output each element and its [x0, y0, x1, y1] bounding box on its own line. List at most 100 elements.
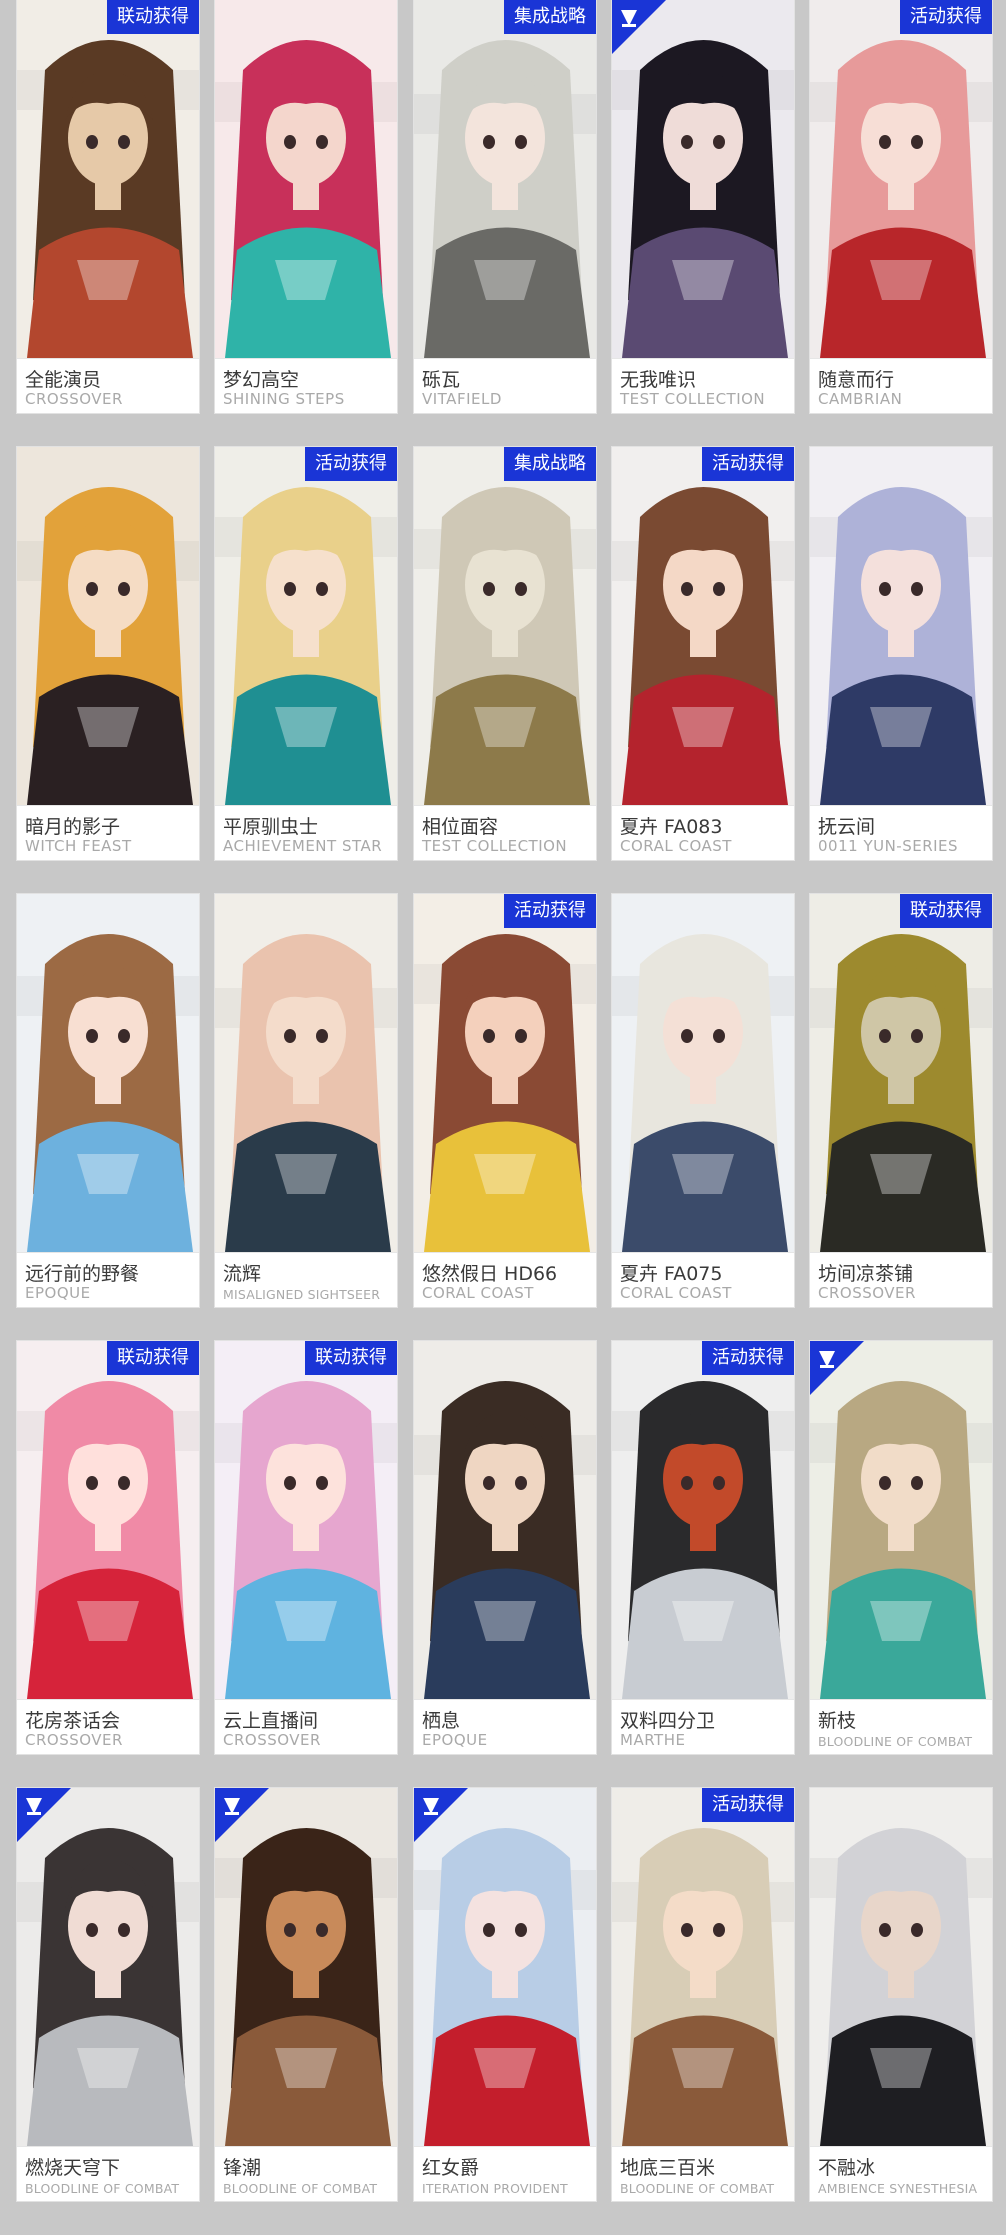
skin-card[interactable]: 活动获得随意而行 CAMBRIAN	[810, 0, 992, 413]
skin-caption: 新枝 BLOODLINE OF COMBAT	[810, 1699, 992, 1754]
skin-card[interactable]: 集成战略砾瓦 VITAFIELD	[414, 0, 596, 413]
acquisition-badge: 集成战略	[504, 447, 596, 481]
skin-series: CORAL COAST	[422, 1284, 534, 1302]
skin-card[interactable]: 活动获得平原驯虫士 ACHIEVEMENT STAR	[215, 447, 397, 860]
skin-card[interactable]: 栖息 EPOQUE	[414, 1341, 596, 1754]
skin-art	[215, 1341, 397, 1699]
skin-card[interactable]: 梦幻高空 SHINING STEPS	[215, 0, 397, 413]
rarity-corner-icon	[414, 1788, 468, 1842]
skin-card[interactable]: 活动获得 地底三百米 BLOODLINE OF COMBAT	[612, 1788, 794, 2201]
skin-caption: 地底三百米 BLOODLINE OF COMBAT	[612, 2146, 794, 2201]
skin-caption: 悠然假日 HD66 CORAL COAST	[414, 1252, 596, 1307]
rarity-corner-icon	[612, 0, 666, 54]
skin-series: BLOODLINE OF COMBAT	[620, 2181, 775, 2196]
skin-art	[810, 894, 992, 1252]
acquisition-badge: 集成战略	[504, 0, 596, 34]
skin-name: 不融冰	[818, 2157, 876, 2179]
skin-art	[17, 1341, 199, 1699]
rarity-corner-icon	[215, 1788, 269, 1842]
skin-art	[215, 0, 397, 358]
skin-art	[414, 894, 596, 1252]
skin-card[interactable]: 不融冰 AMBIENCE SYNESTHESIA	[810, 1788, 992, 2201]
skin-caption: 坊间凉茶铺 CROSSOVER	[810, 1252, 992, 1307]
skin-caption: 双料四分卫 MARTHE	[612, 1699, 794, 1754]
skin-caption: 红女爵 ITERATION PROVIDENT	[414, 2146, 596, 2201]
skin-caption: 无我唯识 TEST COLLECTION	[612, 358, 794, 413]
skin-series: BLOODLINE OF COMBAT	[818, 1734, 973, 1749]
skin-grid: 联动获得 全能演员 CROSSOVER 梦幻高空 SHINING STEPS 集成战略 砾瓦…	[0, 0, 1006, 2235]
skin-caption: 夏卉 FA083 CORAL COAST	[612, 805, 794, 860]
skin-card[interactable]: 联动获得 云上直播间 CROSSOVER	[215, 1341, 397, 1754]
skin-art	[612, 1341, 794, 1699]
skin-card[interactable]: 红女爵 ITERATION PROVIDENT	[414, 1788, 596, 2201]
skin-caption: 梦幻高空 SHINING STEPS	[215, 358, 397, 413]
skin-caption: 平原驯虫士 ACHIEVEMENT STAR	[215, 805, 397, 860]
skin-caption: 锋潮 BLOODLINE OF COMBAT	[215, 2146, 397, 2201]
acquisition-badge: 联动获得	[900, 894, 992, 928]
skin-name: 随意而行	[818, 369, 895, 391]
skin-series: SHINING STEPS	[223, 390, 345, 408]
skin-name: 锋潮	[223, 2157, 262, 2179]
skin-name: 红女爵	[422, 2157, 480, 2179]
skin-art	[810, 447, 992, 805]
skin-series: MARTHE	[620, 1731, 686, 1749]
skin-name: 悠然假日 HD66	[422, 1263, 558, 1285]
acquisition-badge: 活动获得	[900, 0, 992, 34]
skin-caption: 暗月的影子 WITCH FEAST	[17, 805, 199, 860]
acquisition-badge: 活动获得	[305, 447, 397, 481]
skin-art	[612, 894, 794, 1252]
skin-card[interactable]: 暗月的影子 WITCH FEAST	[17, 447, 199, 860]
skin-series: ITERATION PROVIDENT	[422, 2181, 568, 2196]
skin-card[interactable]: 联动获得坊间凉茶铺 CROSSOVER	[810, 894, 992, 1307]
skin-name: 梦幻高空	[223, 369, 300, 391]
skin-series: CROSSOVER	[818, 1284, 916, 1302]
skin-art	[810, 1788, 992, 2146]
skin-art	[414, 1341, 596, 1699]
skin-name: 流辉	[223, 1263, 262, 1285]
skin-series: BLOODLINE OF COMBAT	[25, 2181, 180, 2196]
skin-series: CROSSOVER	[223, 1731, 321, 1749]
skin-card[interactable]: 燃烧天穹下 BLOODLINE OF COMBAT	[17, 1788, 199, 2201]
skin-name: 夏卉 FA083	[620, 816, 723, 838]
skin-card[interactable]: 联动获得全能演员 CROSSOVER	[17, 0, 199, 413]
skin-card[interactable]: 流辉 MISALIGNED SIGHTSEER	[215, 894, 397, 1307]
skin-series: BLOODLINE OF COMBAT	[223, 2181, 378, 2196]
skin-series: ACHIEVEMENT STAR	[223, 837, 383, 855]
acquisition-badge: 活动获得	[702, 447, 794, 481]
skin-card[interactable]: 夏卉 FA075 CORAL COAST	[612, 894, 794, 1307]
skin-card[interactable]: 活动获得 双料四分卫 MARTHE	[612, 1341, 794, 1754]
skin-card[interactable]: 远行前的野餐 EPOQUE	[17, 894, 199, 1307]
skin-card[interactable]: 新枝 BLOODLINE OF COMBAT	[810, 1341, 992, 1754]
skin-name: 花房茶话会	[25, 1710, 121, 1732]
skin-card[interactable]: 活动获得夏卉 FA083 CORAL COAST	[612, 447, 794, 860]
skin-art	[17, 0, 199, 358]
skin-card[interactable]: 活动获得悠然假日 HD66 CORAL COAST	[414, 894, 596, 1307]
skin-series: CAMBRIAN	[818, 390, 903, 408]
skin-card[interactable]: 锋潮 BLOODLINE OF COMBAT	[215, 1788, 397, 2201]
skin-name: 新枝	[818, 1710, 857, 1732]
skin-name: 平原驯虫士	[223, 816, 319, 838]
skin-name: 无我唯识	[620, 369, 697, 391]
skin-art	[215, 447, 397, 805]
skin-caption: 砾瓦 VITAFIELD	[414, 358, 596, 413]
skin-card[interactable]: 集成战略 相位面容 TEST COLLECTION	[414, 447, 596, 860]
skin-card[interactable]: 无我唯识 TEST COLLECTION	[612, 0, 794, 413]
skin-series: CORAL COAST	[620, 1284, 732, 1302]
skin-name: 相位面容	[422, 816, 499, 838]
acquisition-badge: 活动获得	[504, 894, 596, 928]
skin-series: CORAL COAST	[620, 837, 732, 855]
acquisition-badge: 联动获得	[107, 0, 199, 34]
skin-caption: 夏卉 FA075 CORAL COAST	[612, 1252, 794, 1307]
skin-series: WITCH FEAST	[25, 837, 132, 855]
skin-name: 地底三百米	[620, 2157, 716, 2179]
skin-series: CROSSOVER	[25, 390, 123, 408]
skin-series: CROSSOVER	[25, 1731, 123, 1749]
skin-caption: 流辉 MISALIGNED SIGHTSEER	[215, 1252, 397, 1307]
skin-card[interactable]: 抚云间 0011 YUN-SERIES	[810, 447, 992, 860]
skin-card[interactable]: 联动获得 花房茶话会 CROSSOVER	[17, 1341, 199, 1754]
skin-series: EPOQUE	[422, 1731, 488, 1749]
skin-art	[414, 447, 596, 805]
skin-art	[612, 1788, 794, 2146]
skin-name: 坊间凉茶铺	[818, 1263, 914, 1285]
skin-caption: 全能演员 CROSSOVER	[17, 358, 199, 413]
